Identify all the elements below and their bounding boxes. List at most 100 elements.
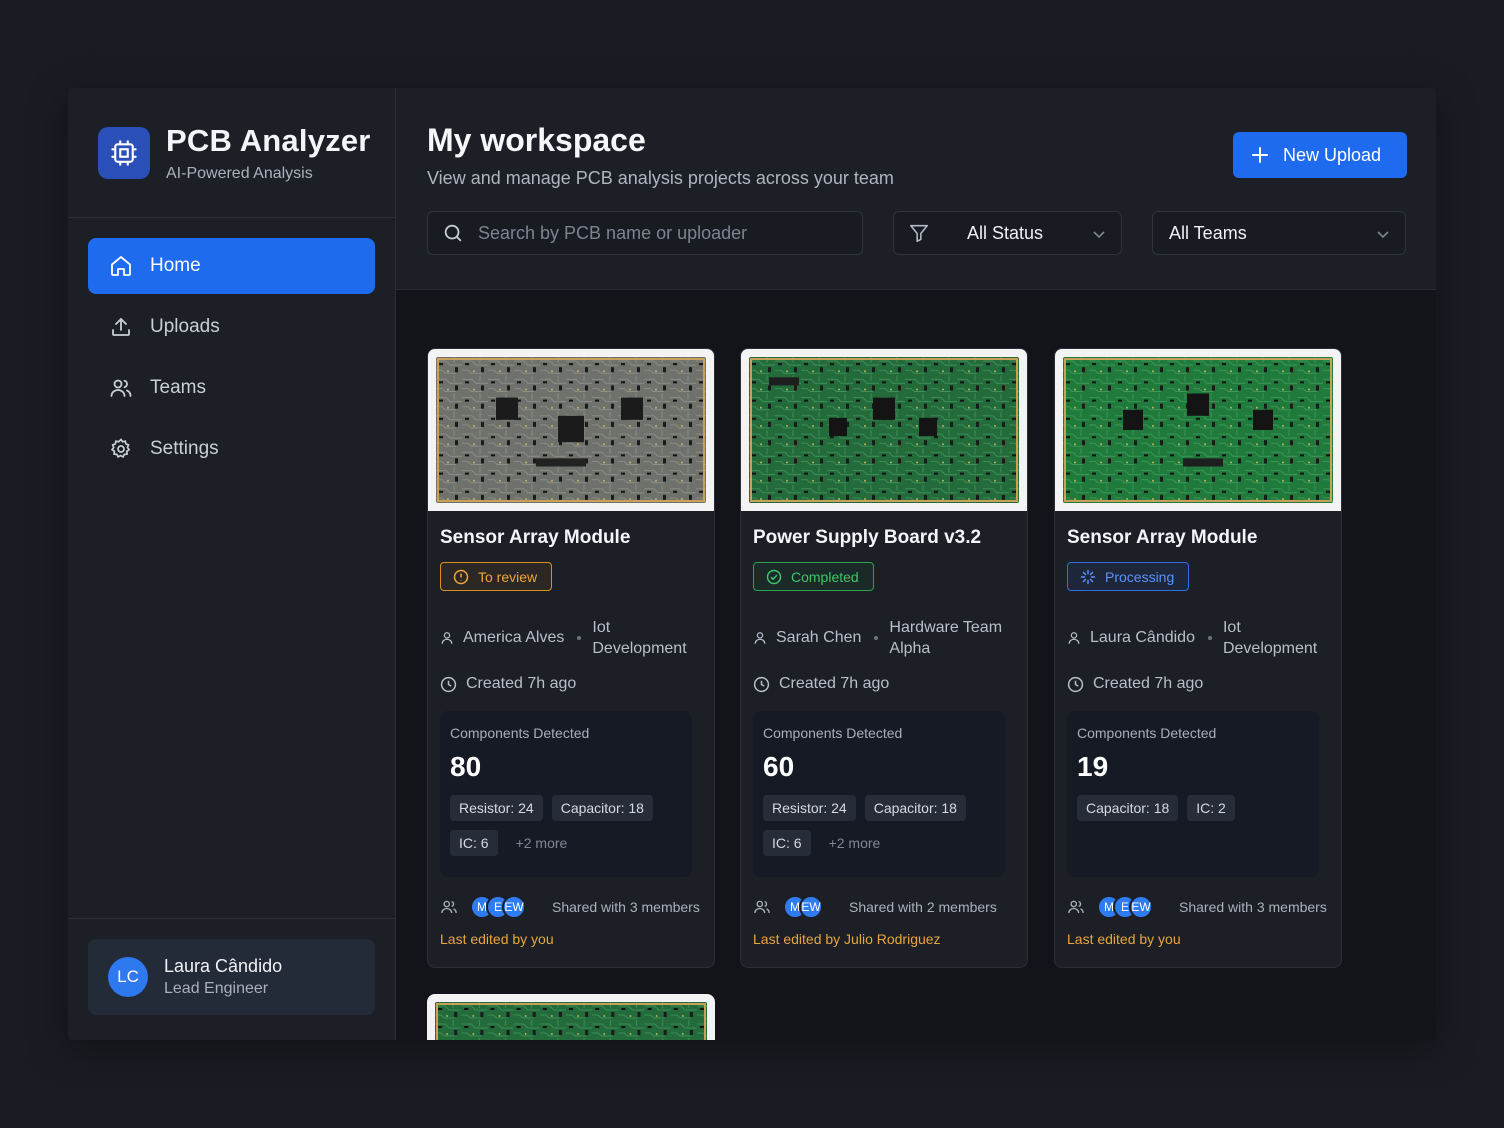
card-meta: Laura Cândido Iot Development	[1067, 617, 1337, 659]
components-count: 80	[450, 751, 482, 782]
sidebar-item-label: Uploads	[150, 316, 220, 337]
project-card[interactable]: Sensor Array Module Processing Laura Cân…	[1054, 348, 1342, 968]
component-chips: Resistor: 24 Capacitor: 18 IC: 6 +2 more	[763, 795, 1003, 856]
component-chip: Resistor: 24	[450, 795, 543, 821]
sidebar-nav: Home Uploads Teams Settings	[68, 218, 395, 477]
check-circle-icon	[766, 569, 782, 584]
uploader-name: Sarah Chen	[776, 629, 862, 646]
plus-icon	[1252, 147, 1268, 163]
created-time: Created 7h ago	[440, 675, 576, 693]
created-label: Created 7h ago	[466, 675, 577, 692]
pcb-thumbnail	[428, 349, 714, 511]
page-subtitle: View and manage PCB analysis projects ac…	[427, 168, 894, 188]
sidebar-item-label: Teams	[150, 377, 206, 398]
team-name: Iot Development	[1222, 619, 1318, 657]
created-label: Created 7h ago	[779, 675, 890, 692]
status-badge: To review	[440, 562, 553, 591]
pcb-thumbnail	[1055, 349, 1341, 511]
component-chip: IC: 2	[1187, 795, 1235, 821]
upload-icon	[108, 314, 134, 340]
clock-icon	[753, 676, 770, 692]
member-avatar: EW	[799, 895, 823, 919]
project-card[interactable]: Sensor Array Module To review America Al…	[427, 348, 715, 968]
component-chip: Capacitor: 18	[1077, 795, 1179, 821]
users-icon	[108, 375, 134, 401]
card-title: Sensor Array Module	[1067, 527, 1258, 548]
card-meta: America Alves Iot Development	[440, 617, 710, 659]
user-card[interactable]: LC Laura Cândido Lead Engineer	[88, 939, 375, 1015]
project-card-partial[interactable]	[427, 994, 715, 1040]
project-card[interactable]: Power Supply Board v3.2 Completed Sarah …	[740, 348, 1028, 968]
created-time: Created 7h ago	[753, 675, 889, 693]
teams-select-value: All Teams	[1169, 222, 1247, 243]
pcb-image	[749, 357, 1019, 503]
header: My workspace View and manage PCB analysi…	[396, 88, 1436, 290]
component-chip: Resistor: 24	[763, 795, 856, 821]
sidebar-item-settings[interactable]: Settings	[88, 421, 375, 477]
card-title: Sensor Array Module	[440, 527, 631, 548]
search-box	[427, 211, 863, 255]
user-name: Laura Cândido	[164, 956, 283, 976]
sidebar-item-home[interactable]: Home	[88, 238, 375, 294]
teams-select[interactable]: All Teams	[1152, 211, 1406, 255]
components-count: 19	[1077, 751, 1109, 782]
status-select[interactable]: All Status	[893, 211, 1122, 255]
created-label: Created 7h ago	[1093, 675, 1204, 692]
component-chip: IC: 6	[450, 830, 498, 856]
last-edited: Last edited by you	[1067, 931, 1181, 947]
team-name: Iot Development	[592, 619, 687, 657]
main-area: My workspace View and manage PCB analysi…	[396, 88, 1436, 1040]
share-row: M E EW Shared with 3 members	[440, 895, 710, 919]
created-time: Created 7h ago	[1067, 675, 1203, 693]
share-row: M E EW Shared with 3 members	[1067, 895, 1337, 919]
shared-label: Shared with 2 members	[849, 899, 997, 915]
status-badge-label: To review	[478, 568, 538, 585]
avatar: LC	[108, 957, 148, 997]
status-badge-label: Processing	[1105, 568, 1175, 585]
sidebar-item-label: Home	[150, 255, 201, 276]
chevron-down-icon	[1093, 231, 1105, 239]
last-edited: Last edited by Julio Rodriguez	[753, 931, 941, 947]
components-count: 60	[763, 751, 795, 782]
brand-title: PCB Analyzer	[166, 122, 371, 158]
more-chip[interactable]: +2 more	[507, 830, 577, 856]
sidebar-item-teams[interactable]: Teams	[88, 360, 375, 416]
status-badge: Completed	[753, 562, 874, 591]
status-badge-label: Completed	[791, 568, 859, 585]
clock-icon	[440, 676, 457, 692]
card-meta: Sarah Chen Hardware Team Alpha	[753, 617, 1023, 659]
search-input[interactable]	[478, 222, 838, 244]
member-avatars: M E EW	[1097, 895, 1153, 919]
member-avatars: M E EW	[470, 895, 526, 919]
status-badge: Processing	[1067, 562, 1190, 591]
new-upload-label: New Upload	[1283, 144, 1382, 165]
pcb-image	[1063, 357, 1333, 503]
brand: PCB Analyzer AI-Powered Analysis	[68, 88, 395, 218]
sidebar-item-uploads[interactable]: Uploads	[88, 299, 375, 355]
member-avatars: M EW	[783, 895, 823, 919]
component-chip: IC: 6	[763, 830, 811, 856]
card-title: Power Supply Board v3.2	[753, 527, 982, 548]
sidebar: PCB Analyzer AI-Powered Analysis Home Up…	[68, 88, 396, 1040]
project-grid: Sensor Array Module To review America Al…	[396, 290, 1436, 1040]
alert-circle-icon	[453, 569, 469, 584]
components-panel: Components Detected 60 Resistor: 24 Capa…	[753, 711, 1005, 877]
gear-icon	[108, 436, 134, 462]
components-label: Components Detected	[763, 725, 903, 741]
more-chip[interactable]: +2 more	[820, 830, 890, 856]
search-icon	[444, 224, 462, 242]
user-section: LC Laura Cândido Lead Engineer	[68, 918, 395, 1040]
new-upload-button[interactable]: New Upload	[1233, 132, 1407, 178]
uploader-name: Laura Cândido	[1090, 629, 1195, 646]
user-icon	[441, 632, 453, 644]
users-icon	[754, 900, 770, 914]
user-icon	[754, 632, 766, 644]
pcb-thumbnail	[741, 349, 1027, 511]
sidebar-item-label: Settings	[150, 438, 219, 459]
components-label: Components Detected	[1077, 725, 1217, 741]
chevron-down-icon	[1377, 231, 1389, 239]
component-chips: Capacitor: 18 IC: 2	[1077, 795, 1317, 821]
components-panel: Components Detected 19 Capacitor: 18 IC:…	[1067, 711, 1319, 877]
user-icon	[1068, 632, 1080, 644]
pcb-image	[435, 1002, 707, 1040]
